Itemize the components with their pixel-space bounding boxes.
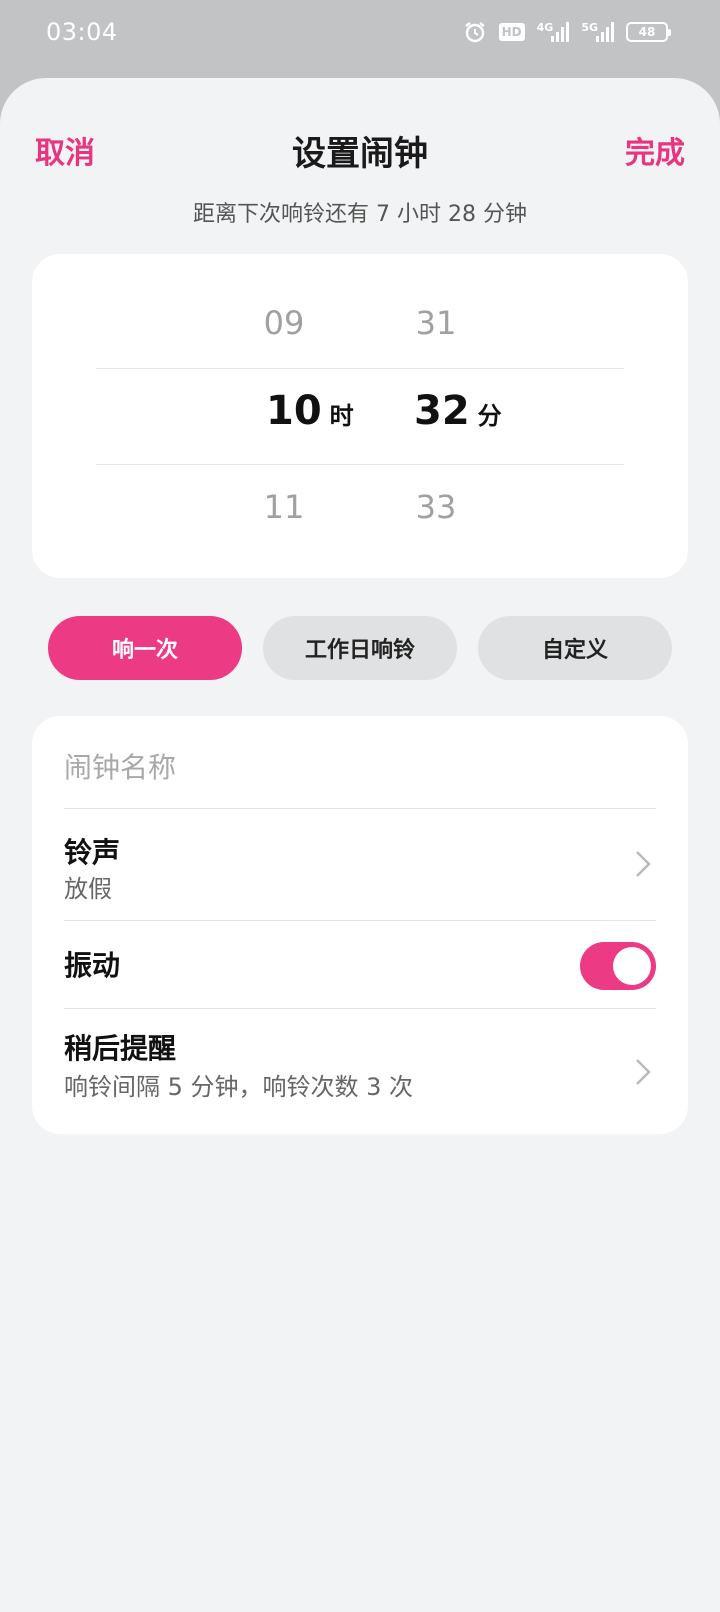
ringtone-value: 放假 (64, 875, 112, 903)
minute-selected[interactable]: 32 分 (414, 388, 502, 434)
signal-5g-icon: 5G (581, 22, 614, 42)
minute-next[interactable]: 33 (386, 488, 486, 526)
hour-unit: 时 (329, 402, 354, 430)
hour-selected[interactable]: 10 时 (266, 388, 354, 434)
repeat-workday-button[interactable]: 工作日响铃 (263, 616, 457, 680)
page-title: 设置闹钟 (292, 134, 428, 174)
chevron-right-icon (636, 1059, 651, 1085)
hd-icon: HD (498, 23, 525, 41)
minute-prev[interactable]: 31 (386, 304, 486, 342)
battery-level: 48 (638, 25, 656, 39)
done-button[interactable]: 完成 (625, 128, 685, 172)
alarm-settings-card: 铃声 放假 振动 稍后提醒 响铃间隔 5 分钟，响铃次数 3 次 (32, 716, 688, 1134)
status-bar: 03:04 HD 4G 5G 48 (0, 0, 720, 66)
battery-icon: 48 (626, 22, 671, 42)
picker-divider-bottom (96, 464, 624, 465)
minute-unit: 分 (477, 402, 502, 430)
vibration-label: 振动 (64, 949, 121, 982)
vibration-toggle[interactable] (580, 942, 656, 990)
chevron-right-icon (636, 851, 651, 877)
divider (64, 920, 656, 921)
minute-selected-value: 32 (414, 388, 470, 434)
signal-4g-icon: 4G (537, 22, 570, 42)
time-picker[interactable]: 09 10 时 11 31 32 分 33 (32, 254, 688, 578)
ringtone-row[interactable]: 铃声 放假 (32, 809, 688, 919)
next-ring-countdown: 距离下次响铃还有 7 小时 28 分钟 (193, 202, 527, 227)
snooze-label: 稍后提醒 (64, 1032, 177, 1065)
snooze-value: 响铃间隔 5 分钟，响铃次数 3 次 (64, 1073, 414, 1101)
status-icons: HD 4G 5G 48 (463, 18, 671, 46)
alarm-icon (463, 20, 487, 44)
toggle-knob (613, 947, 651, 985)
status-time: 03:04 (46, 18, 118, 46)
ringtone-label: 铃声 (64, 836, 121, 869)
alarm-name-input[interactable] (64, 740, 656, 794)
picker-divider-top (96, 368, 624, 369)
snooze-row[interactable]: 稍后提醒 响铃间隔 5 分钟，响铃次数 3 次 (32, 1009, 688, 1129)
hour-prev[interactable]: 09 (234, 304, 334, 342)
hour-next[interactable]: 11 (234, 488, 334, 526)
repeat-once-button[interactable]: 响一次 (48, 616, 242, 680)
hour-selected-value: 10 (266, 388, 322, 434)
repeat-custom-button[interactable]: 自定义 (478, 616, 672, 680)
